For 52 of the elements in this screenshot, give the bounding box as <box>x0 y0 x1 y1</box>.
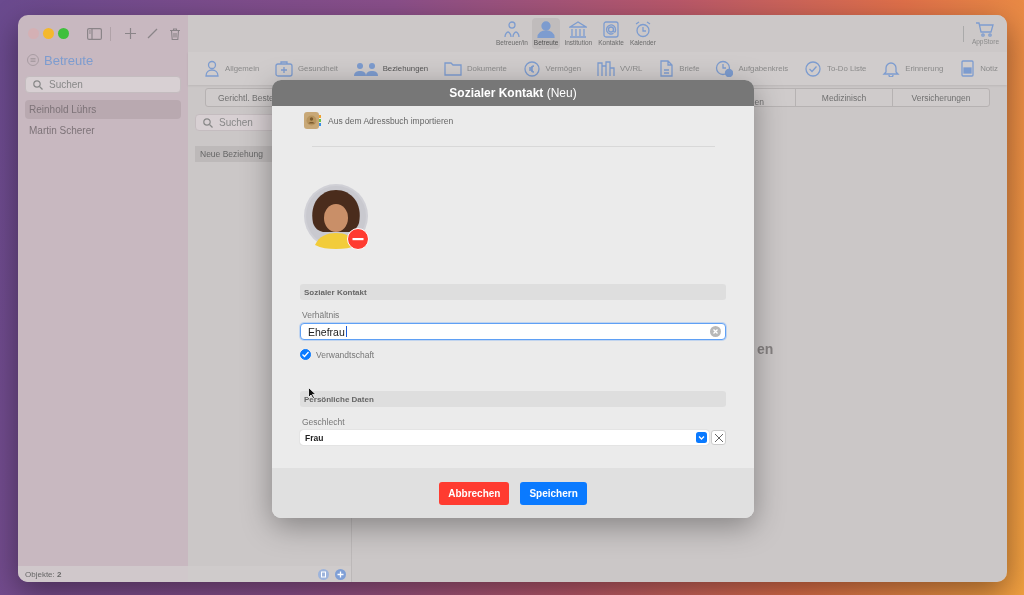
address-book-icon[interactable] <box>304 112 321 129</box>
person-icon <box>537 21 556 38</box>
note-icon <box>959 60 976 77</box>
document-icon <box>658 60 675 77</box>
mouse-cursor-icon <box>308 387 316 399</box>
bar-chart-icon <box>596 60 615 77</box>
checkbox[interactable] <box>300 349 311 360</box>
sidebar-item[interactable]: Reinhold Lührs <box>25 100 181 119</box>
cart-icon <box>976 22 995 37</box>
check-circle-icon <box>804 59 822 78</box>
clear-button[interactable] <box>711 430 726 445</box>
section-header: Persönliche Daten <box>300 391 726 407</box>
field-label: Geschlecht <box>302 417 346 427</box>
trash-icon[interactable] <box>170 27 180 40</box>
sidebar-toggle-icon[interactable] <box>87 27 102 40</box>
document-icon[interactable] <box>318 568 329 580</box>
people-icon <box>502 21 521 38</box>
empty-state-text: en <box>757 341 774 357</box>
checkbox-label: Verwandtschaft <box>316 349 375 360</box>
dialog-title: Sozialer Kontakt (Neu) <box>449 86 577 100</box>
segment[interactable]: Medizinisch <box>795 89 892 106</box>
plus-icon[interactable] <box>125 28 136 39</box>
search-field[interactable]: Suchen <box>25 76 181 93</box>
section-header: Sozialer Kontakt <box>300 284 726 300</box>
alarm-clock-icon <box>633 21 652 38</box>
text-field[interactable]: Ehefrau <box>300 323 726 340</box>
bell-icon <box>882 60 901 77</box>
search-icon <box>203 117 213 128</box>
clock-check-icon <box>715 60 734 77</box>
dropdown[interactable]: Frau <box>300 430 709 445</box>
sidebar-item[interactable]: Martin Scherer <box>25 121 181 140</box>
building-icon <box>569 21 588 38</box>
medical-case-icon <box>275 60 293 77</box>
status-text: Objekte: 2 <box>25 569 62 579</box>
clear-icon[interactable] <box>710 326 721 337</box>
list-icon[interactable] <box>27 54 39 66</box>
zoom-button[interactable] <box>58 28 69 39</box>
minimize-button[interactable] <box>43 28 54 39</box>
two-people-icon <box>353 61 378 76</box>
cancel-button[interactable]: Abbrechen <box>439 481 510 505</box>
segment[interactable]: Versicherungen <box>892 89 989 106</box>
add-icon[interactable] <box>335 568 346 580</box>
folder-icon <box>443 60 462 77</box>
at-sign-icon <box>602 21 621 38</box>
field-label: Verhältnis <box>302 310 341 320</box>
close-icon <box>713 432 724 443</box>
chevron-down-icon <box>696 432 707 443</box>
sidebar-title: Betreute <box>44 52 94 68</box>
save-button[interactable]: Speichern <box>520 481 587 505</box>
search-icon <box>33 79 43 90</box>
remove-icon[interactable] <box>347 228 369 250</box>
person-icon <box>204 60 220 77</box>
